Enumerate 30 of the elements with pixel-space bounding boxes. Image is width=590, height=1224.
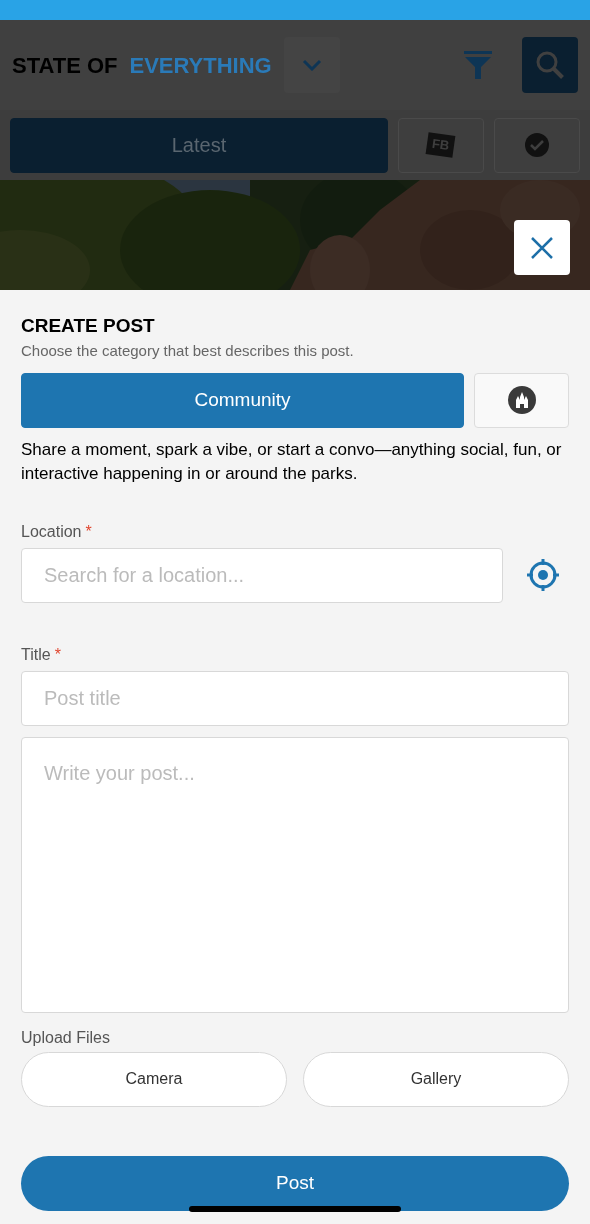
upload-button[interactable]: Camera <box>21 1051 287 1107</box>
required-mark: * <box>54 644 61 665</box>
location-field[interactable]: Search for a location... <box>21 547 503 603</box>
close-button[interactable] <box>514 220 570 275</box>
dropdown-button[interactable] <box>283 37 340 93</box>
brand-title: STATE OF <box>12 51 118 80</box>
check-circle-icon <box>525 133 549 157</box>
crosshair-icon <box>526 558 560 592</box>
sheet-title: CREATE POST <box>21 314 156 338</box>
search-icon <box>534 49 566 81</box>
post-body-field[interactable]: Write your post... <box>21 736 569 1013</box>
title-field[interactable]: Post title <box>21 670 569 726</box>
chevron-down-icon <box>301 59 322 71</box>
required-mark: * <box>85 521 92 542</box>
category-button[interactable]: Community <box>21 372 464 428</box>
search-button[interactable] <box>522 37 578 93</box>
field-label: Title <box>21 644 51 665</box>
upload-button[interactable]: Gallery <box>303 1051 569 1107</box>
tab[interactable]: Latest <box>10 117 388 173</box>
sheet-subtitle: Choose the category that best describes this post. <box>21 341 355 361</box>
upload-label: Upload Files <box>21 1027 111 1048</box>
category-button[interactable] <box>474 372 569 428</box>
brand-title-accent: EVERYTHING <box>129 51 272 80</box>
filter-icon <box>463 50 493 80</box>
post-button[interactable]: Post <box>21 1155 569 1211</box>
field-label: Location <box>21 521 82 542</box>
close-icon <box>530 235 554 260</box>
category-description: Share a moment, spark a vibe, or start a convo—anything social, fun, or interactive happening in or around the parks. <box>21 438 563 485</box>
castle-icon <box>507 386 536 414</box>
tab[interactable] <box>494 117 580 173</box>
